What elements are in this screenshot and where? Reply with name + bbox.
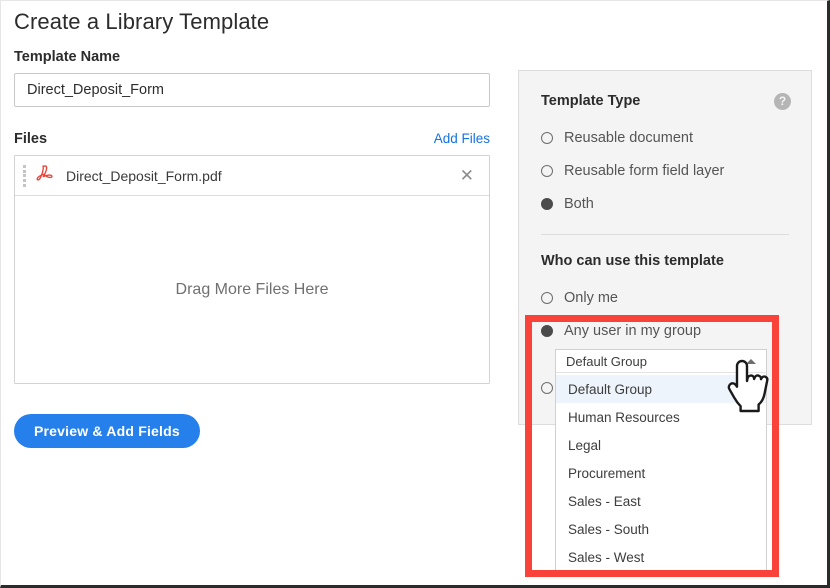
chevron-up-icon[interactable]: [746, 359, 756, 364]
section-divider: [541, 234, 789, 235]
files-dropzone-box[interactable]: Direct_Deposit_Form.pdf ✕ Drag More File…: [14, 155, 490, 384]
radio-indicator: [541, 132, 553, 144]
who-can-use-title: Who can use this template: [541, 253, 789, 269]
radio-label: Reusable document: [564, 130, 693, 146]
template-name-label: Template Name: [14, 49, 492, 65]
app-window: Create a Library Template Template Name …: [0, 0, 830, 588]
radio-indicator: [541, 165, 553, 177]
close-icon[interactable]: ✕: [457, 165, 477, 186]
file-list-item[interactable]: Direct_Deposit_Form.pdf ✕: [15, 156, 489, 196]
files-label: Files: [14, 131, 47, 147]
group-option-sales-east[interactable]: Sales - East: [556, 487, 766, 515]
radio-any-user-in-my-group[interactable]: Any user in my group: [541, 314, 789, 347]
drag-handle-icon[interactable]: [23, 165, 29, 187]
group-option-procurement[interactable]: Procurement: [556, 459, 766, 487]
radio-indicator-selected: [541, 325, 553, 337]
files-header: Files Add Files: [14, 131, 490, 147]
add-files-link[interactable]: Add Files: [434, 131, 490, 146]
template-name-input[interactable]: [14, 73, 490, 107]
radio-reusable-form-field-layer[interactable]: Reusable form field layer: [541, 154, 789, 187]
radio-label: Any user in my group: [564, 323, 701, 339]
radio-indicator: [541, 292, 553, 304]
drop-zone-text: Drag More Files Here: [15, 196, 489, 383]
group-option-sales-south[interactable]: Sales - South: [556, 515, 766, 543]
radio-both[interactable]: Both: [541, 187, 789, 220]
radio-only-me[interactable]: Only me: [541, 281, 789, 314]
group-option-legal[interactable]: Legal: [556, 431, 766, 459]
group-select-box[interactable]: Default Group: [555, 349, 767, 372]
template-type-title: Template Type: [541, 93, 789, 109]
page-title: Create a Library Template: [14, 9, 492, 35]
group-option-list[interactable]: Default Group Human Resources Legal Proc…: [555, 372, 767, 576]
group-option-default-group[interactable]: Default Group: [556, 375, 766, 403]
group-option-sales-west[interactable]: Sales - West: [556, 543, 766, 571]
radio-indicator-selected: [541, 198, 553, 210]
left-column: Create a Library Template Template Name …: [14, 9, 492, 448]
radio-indicator: [541, 382, 553, 394]
radio-reusable-document[interactable]: Reusable document: [541, 121, 789, 154]
group-dropdown[interactable]: Default Group Default Group Human Resour…: [555, 349, 767, 576]
pdf-icon: [34, 164, 56, 188]
group-option-human-resources[interactable]: Human Resources: [556, 403, 766, 431]
group-select-value: Default Group: [566, 354, 746, 369]
radio-label: Both: [564, 196, 594, 212]
help-circle-icon[interactable]: ?: [774, 93, 791, 110]
preview-add-fields-button[interactable]: Preview & Add Fields: [14, 414, 200, 448]
radio-label: Reusable form field layer: [564, 163, 724, 179]
radio-label: Only me: [564, 290, 618, 306]
file-name: Direct_Deposit_Form.pdf: [66, 168, 457, 184]
